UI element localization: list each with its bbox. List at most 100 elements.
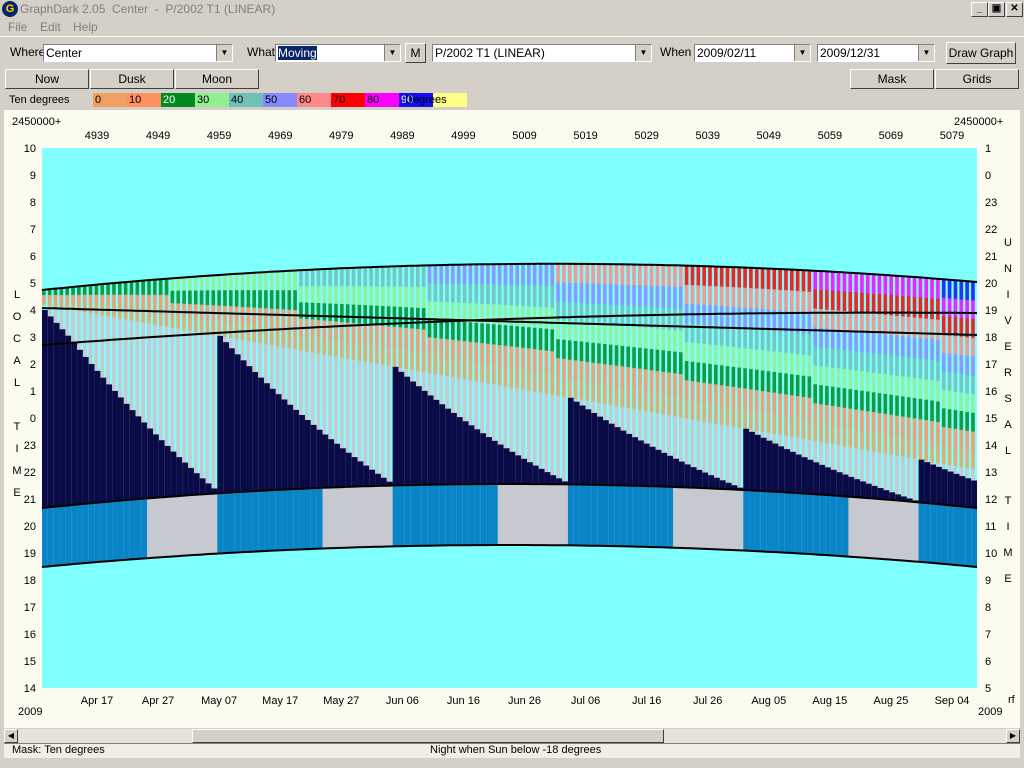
alt-band [59,294,64,302]
alt-band [772,330,777,352]
alt-band [678,395,683,418]
night-bar [959,476,966,507]
alt-band [714,305,718,326]
alt-band [830,329,835,349]
alt-band [392,266,397,287]
alt-band [193,304,198,319]
alt-band [638,347,642,370]
alt-band [509,366,514,388]
moonlit-bar [88,313,93,364]
alt-band [585,361,590,382]
local-time-tick: 18 [24,575,36,587]
moonlit-bar [544,393,549,473]
alt-band [638,285,642,307]
alt-band [725,266,730,288]
alt-band [445,283,449,303]
alt-band [480,264,484,285]
alt-band [503,304,508,326]
alt-band [807,376,812,399]
alt-band [790,269,794,291]
alt-band [42,295,46,301]
alt-band [871,313,876,334]
twilight-bar [456,484,463,546]
alt-band [369,324,373,345]
alt-band [795,374,800,397]
alt-band [830,386,835,407]
alt-band [643,285,648,308]
twilight-bar [801,493,808,554]
alt-band [947,279,952,299]
alt-band [719,385,724,406]
twilight-bar [912,501,919,562]
alt-band [643,348,648,370]
alt-band [375,266,379,287]
alt-band [842,388,847,409]
alt-band [193,318,198,333]
alt-band [790,374,794,396]
alt-band [532,327,537,350]
jd-tick-label: 4969 [268,130,292,142]
alt-band [217,275,221,291]
alt-band [842,272,847,293]
horizontal-scrollbar[interactable]: ◀ ▶ [4,729,1020,743]
alt-band [521,305,525,328]
night-bar [813,462,820,495]
alt-band [918,338,923,359]
twilight-bar [550,484,557,546]
scroll-right-icon[interactable]: ▶ [1006,729,1020,743]
alt-band [585,283,590,304]
moonlit-bar [322,354,327,435]
alt-band [527,369,531,392]
night-bar [129,410,136,500]
alt-band [760,350,765,371]
alt-band [836,271,841,292]
moonlit-bar [965,467,969,479]
alt-band [632,367,636,389]
night-bar [678,461,685,488]
alt-band [883,334,888,355]
alt-band [795,290,800,313]
alt-band [725,385,730,407]
alt-band [678,265,683,288]
alt-band [655,286,660,308]
alt-band [480,343,484,364]
jd-tick-label: 4949 [146,130,170,142]
twilight-bar [585,484,592,546]
alt-band [877,333,882,355]
alt-band [562,282,566,303]
alt-band [567,359,572,380]
alt-band [678,330,683,353]
alt-band [807,270,812,293]
night-bar [340,448,346,488]
scroll-left-icon[interactable]: ◀ [4,729,18,743]
alt-band [901,436,905,458]
alt-band [433,283,438,303]
alt-band [363,267,368,287]
alt-band [100,284,105,296]
alt-band [760,268,765,290]
alt-band [550,351,555,374]
alt-band [188,317,192,332]
alt-band [486,264,490,285]
alt-band [749,369,753,390]
alt-band [626,264,630,286]
alt-band [790,353,794,375]
moonlit-bar [614,406,619,428]
night-bar [375,473,381,486]
alt-band [714,266,718,287]
jd-tick-label: 4979 [329,130,353,142]
alt-band [579,380,584,401]
alt-band [667,393,671,416]
alt-band [205,319,210,335]
alt-band [731,406,736,428]
alt-band [369,305,373,326]
moonlit-bar [147,323,151,429]
alt-band [229,322,233,339]
local-time-tick: 17 [24,602,36,614]
twilight-bar [737,489,744,551]
alt-band [88,294,93,305]
alt-band [959,410,964,431]
scroll-thumb[interactable] [192,729,664,743]
alt-band [807,291,812,314]
alt-band [158,294,163,311]
